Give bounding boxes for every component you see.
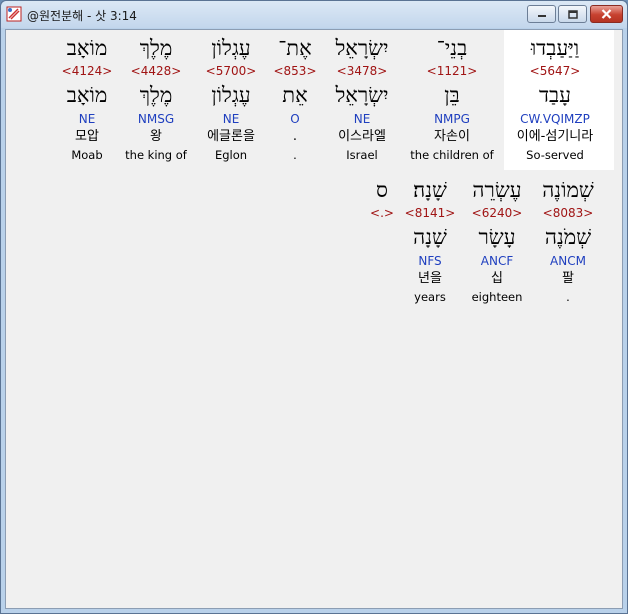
strong-number: <4124> <box>61 64 113 78</box>
english-gloss: So-served <box>526 148 584 162</box>
korean-gloss: 모압 <box>75 129 99 144</box>
hebrew-word: ס <box>376 178 388 202</box>
strong-number: <1121> <box>426 64 478 78</box>
english-gloss: the children of <box>410 148 494 162</box>
korean-gloss: 자손이 <box>434 129 470 144</box>
app-window: @원전분해 - 삿 3:14 וַיַּעַבְדוּ <5647> עָבַד CW… <box>0 0 628 614</box>
interlinear-view: וַיַּעַבְדוּ <5647> עָבַד CW.VQIMZP 이에-섬기니라 S… <box>5 29 623 609</box>
parsing-code: NE <box>78 112 96 126</box>
strong-number: <.> <box>370 206 394 220</box>
maximize-icon <box>567 9 578 19</box>
korean-gloss: 이에-섬기니라 <box>516 129 594 144</box>
window-title: @원전분해 - 삿 3:14 <box>27 9 137 23</box>
hebrew-word: בְנֵי־ <box>436 36 468 60</box>
lemma-word: בֵּן <box>444 83 460 107</box>
hebrew-word: וַיַּעַבְדוּ <box>530 36 580 60</box>
maximize-button[interactable] <box>558 5 587 23</box>
minimize-button[interactable] <box>527 5 556 23</box>
close-icon <box>601 9 612 19</box>
close-button[interactable] <box>590 5 623 23</box>
word-cell[interactable]: וַיַּעַבְדוּ <5647> עָבַד CW.VQIMZP 이에-섬기니라 S… <box>510 30 600 170</box>
minimize-icon <box>537 15 546 17</box>
parsing-code: NMPG <box>434 112 470 126</box>
lemma-word: עָבַד <box>538 83 572 107</box>
word-cell[interactable]: מוֹאָב <4124> מוֹאָב NE 모압 Moab <box>42 30 132 170</box>
title-bar[interactable]: @원전분해 - 삿 3:14 <box>1 1 627 28</box>
strong-number: <5647> <box>529 64 581 78</box>
hebrew-word: מוֹאָב <box>66 36 108 60</box>
lemma-word: מוֹאָב <box>66 83 108 107</box>
word-cell[interactable]: ס <.> <box>337 172 427 312</box>
app-icon[interactable] <box>6 6 22 22</box>
parsing-code: CW.VQIMZP <box>520 112 590 126</box>
english-gloss: Moab <box>71 148 103 162</box>
word-cell[interactable]: בְנֵי־ <1121> בֵּן NMPG 자손이 the children of <box>407 30 497 170</box>
